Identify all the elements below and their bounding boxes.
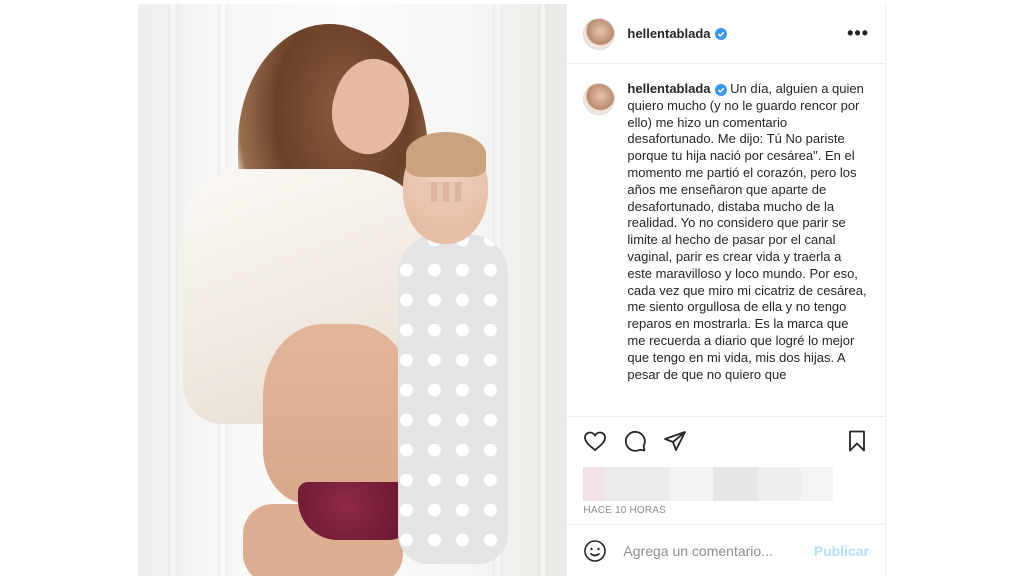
bookmark-icon[interactable] bbox=[845, 429, 869, 453]
verified-badge-icon bbox=[714, 27, 727, 40]
paper-plane-icon[interactable] bbox=[663, 429, 687, 453]
caption: hellentablada Un día, alguien a quien qu… bbox=[627, 81, 869, 383]
caption-text: Un día, alguien a quien quiero mucho (y … bbox=[627, 81, 867, 382]
emoji-smiley-icon[interactable] bbox=[583, 539, 607, 563]
verified-badge-icon bbox=[714, 83, 727, 96]
header-username[interactable]: hellentablada bbox=[627, 26, 710, 41]
comments-area: hellentablada Un día, alguien a quien qu… bbox=[567, 65, 885, 416]
instagram-post: hellentablada ••• hellentablada Un día, … bbox=[138, 4, 886, 576]
post-side-panel: hellentablada ••• hellentablada Un día, … bbox=[566, 4, 885, 576]
actions-area: HACE 10 HORAS bbox=[567, 416, 885, 516]
blurred-face bbox=[425, 182, 463, 202]
more-options-icon[interactable]: ••• bbox=[847, 23, 869, 44]
comment-bubble-icon[interactable] bbox=[623, 429, 647, 453]
comment-input[interactable] bbox=[623, 542, 806, 559]
heart-icon[interactable] bbox=[583, 429, 607, 453]
add-comment-box: Publicar bbox=[567, 524, 885, 576]
avatar[interactable] bbox=[583, 17, 616, 50]
post-header: hellentablada ••• bbox=[567, 4, 885, 64]
post-timestamp[interactable]: HACE 10 HORAS bbox=[567, 499, 885, 516]
publish-button[interactable]: Publicar bbox=[814, 543, 869, 559]
caption-avatar[interactable] bbox=[583, 83, 616, 115]
action-bar bbox=[567, 417, 885, 465]
caption-username[interactable]: hellentablada bbox=[627, 81, 710, 96]
post-photo[interactable] bbox=[138, 4, 567, 576]
likes-row-pixelated bbox=[583, 465, 869, 501]
caption-row: hellentablada Un día, alguien a quien qu… bbox=[583, 81, 869, 383]
